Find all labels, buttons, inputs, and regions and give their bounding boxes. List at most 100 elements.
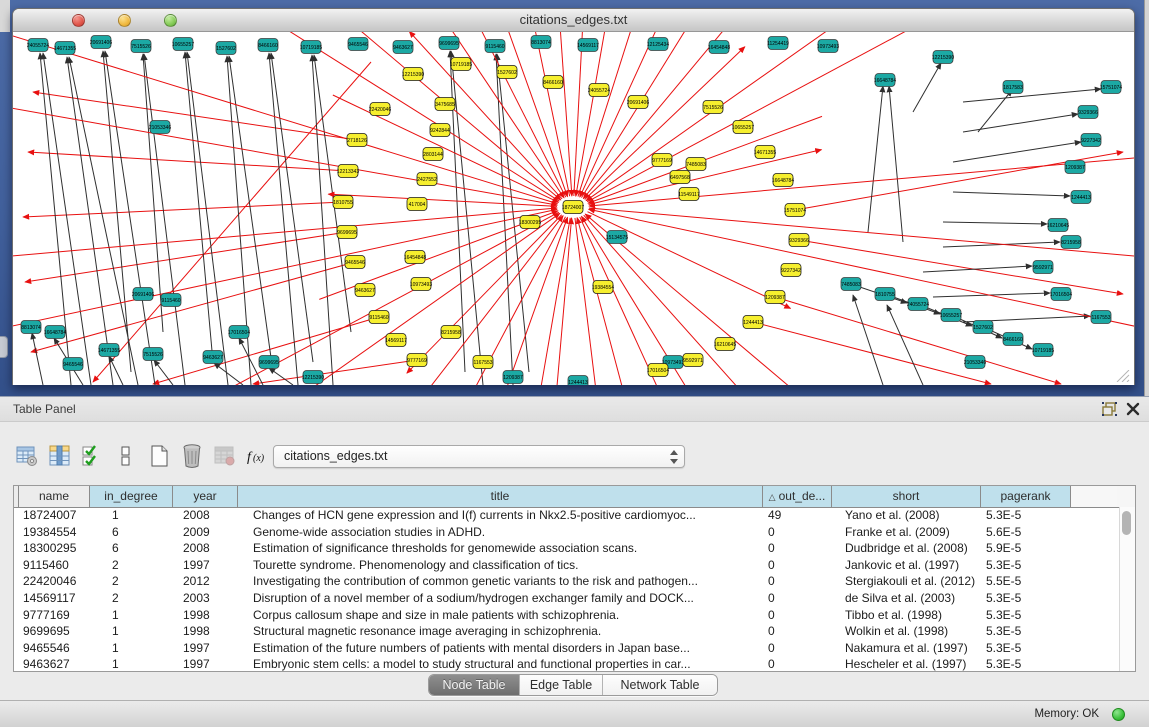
network-node[interactable]: 9329366 bbox=[789, 234, 809, 247]
network-node[interactable]: 7485083 bbox=[841, 278, 861, 291]
network-node[interactable]: 17016504 bbox=[1050, 288, 1072, 301]
network-node[interactable]: 20691406 bbox=[90, 36, 112, 49]
network-node[interactable]: 1810755 bbox=[875, 288, 895, 301]
column-header-year[interactable]: year bbox=[173, 486, 238, 507]
column-header-pagerank[interactable]: pagerank bbox=[981, 486, 1071, 507]
close-panel-icon[interactable] bbox=[1126, 402, 1140, 416]
network-window-titlebar[interactable]: citations_edges.txt bbox=[13, 9, 1134, 32]
network-node[interactable]: 1167553 bbox=[473, 356, 493, 369]
network-node[interactable]: 1817583 bbox=[1003, 81, 1023, 94]
network-node[interactable]: 21053346 bbox=[149, 121, 171, 134]
network-node[interactable]: 16648784 bbox=[874, 74, 896, 87]
network-node[interactable]: 10719185 bbox=[450, 58, 472, 71]
network-node[interactable]: 24055724 bbox=[588, 84, 610, 97]
network-node[interactable]: 9227342 bbox=[1081, 134, 1101, 147]
column-header-title[interactable]: title bbox=[238, 486, 763, 507]
network-node[interactable]: 9115460 bbox=[485, 40, 505, 53]
network-node[interactable]: 18300295 bbox=[519, 216, 541, 229]
network-hub-node[interactable]: 18724007 bbox=[562, 201, 584, 214]
network-node[interactable]: 15134575 bbox=[606, 231, 628, 244]
table-row[interactable]: 946554611997Estimation of the future num… bbox=[14, 640, 1120, 657]
network-node[interactable]: 9463627 bbox=[355, 284, 375, 297]
network-node[interactable]: 12215390 bbox=[402, 68, 424, 81]
network-node[interactable]: 12213343 bbox=[337, 165, 359, 178]
network-node[interactable]: 10655257 bbox=[732, 121, 754, 134]
network-node[interactable]: 8215958 bbox=[441, 326, 461, 339]
table-row[interactable]: 911546021997Tourette syndrome. Phenomeno… bbox=[14, 557, 1120, 574]
network-node[interactable]: 7515526 bbox=[143, 348, 163, 361]
float-panel-icon[interactable] bbox=[1102, 402, 1117, 416]
network-node[interactable]: 8466160 bbox=[543, 76, 563, 89]
network-node[interactable]: 16648784 bbox=[772, 174, 794, 187]
network-node[interactable]: 15751074 bbox=[784, 204, 806, 217]
network-node[interactable]: 16454848 bbox=[404, 251, 426, 264]
network-node[interactable]: 10655257 bbox=[172, 38, 194, 51]
network-node[interactable]: 20691406 bbox=[132, 288, 154, 301]
close-window-button[interactable] bbox=[72, 14, 85, 27]
minimize-window-button[interactable] bbox=[118, 14, 131, 27]
network-node[interactable]: 1167553 bbox=[1091, 311, 1111, 324]
network-node[interactable]: 12215390 bbox=[302, 371, 324, 384]
network-node[interactable]: 9463627 bbox=[203, 351, 223, 364]
network-node[interactable]: 16210645 bbox=[714, 338, 736, 351]
panel-collapse-handle[interactable] bbox=[0, 336, 8, 358]
network-node[interactable]: 2803144 bbox=[423, 148, 443, 161]
network-node[interactable]: 14671355 bbox=[754, 146, 776, 159]
tab-edge-table[interactable]: Edge Table bbox=[519, 675, 602, 695]
network-node[interactable]: 10719185 bbox=[300, 41, 322, 54]
network-node[interactable]: 8466160 bbox=[258, 39, 278, 52]
network-node[interactable]: 417004 bbox=[407, 198, 427, 211]
network-node[interactable]: 22420046 bbox=[369, 103, 391, 116]
network-node[interactable]: 9463627 bbox=[393, 41, 413, 54]
network-node[interactable]: 10719185 bbox=[1032, 344, 1054, 357]
table-row[interactable]: 1872400712008Changes of HCN gene express… bbox=[14, 507, 1120, 524]
network-window[interactable]: citations_edges.txt 24055724 14671355 2069… bbox=[12, 8, 1135, 385]
network-node[interactable]: 15751074 bbox=[1100, 81, 1122, 94]
network-node[interactable]: 9777169 bbox=[407, 354, 427, 367]
network-node[interactable]: 7515526 bbox=[131, 40, 151, 53]
network-node[interactable]: 11254419 bbox=[767, 37, 789, 50]
table-selector[interactable]: citations_edges.txt bbox=[273, 445, 685, 468]
table-scrollbar-thumb[interactable] bbox=[1122, 511, 1131, 535]
network-node[interactable]: 1527602 bbox=[973, 321, 993, 334]
network-node[interactable]: 8466160 bbox=[1003, 333, 1023, 346]
network-node[interactable]: 24055724 bbox=[907, 298, 929, 311]
table-row[interactable]: 1456911722003Disruption of a novel membe… bbox=[14, 590, 1120, 607]
network-node[interactable]: 24055724 bbox=[27, 39, 49, 52]
network-node[interactable]: 9115460 bbox=[161, 294, 181, 307]
select-all-icon[interactable] bbox=[80, 441, 106, 471]
network-node[interactable]: 2427552 bbox=[417, 173, 437, 186]
network-node[interactable]: 21053346 bbox=[964, 356, 986, 369]
network-node[interactable]: 1209387 bbox=[765, 291, 785, 304]
table-row[interactable]: 1938455462009Genome-wide association stu… bbox=[14, 524, 1120, 541]
network-node[interactable]: 19384554 bbox=[592, 281, 614, 294]
network-node[interactable]: 7485083 bbox=[686, 158, 706, 171]
function-builder-icon[interactable]: f(x) bbox=[245, 441, 271, 471]
table-row[interactable]: 2242004622012Investigating the contribut… bbox=[14, 573, 1120, 590]
network-node[interactable]: 9465546 bbox=[345, 256, 365, 269]
network-node[interactable]: 9242844 bbox=[430, 124, 450, 137]
network-node[interactable]: 1209387 bbox=[503, 371, 523, 384]
network-node[interactable]: 11549117 bbox=[678, 188, 700, 201]
delete-column-icon[interactable] bbox=[179, 441, 205, 471]
network-node[interactable]: 8813074 bbox=[21, 321, 41, 334]
network-node[interactable]: 14671355 bbox=[54, 42, 76, 55]
network-node[interactable]: 6497568 bbox=[670, 171, 690, 184]
table-row[interactable]: 1830029562008Estimation of significance … bbox=[14, 540, 1120, 557]
resize-grip-icon[interactable] bbox=[1113, 370, 1131, 382]
rows-icon[interactable] bbox=[113, 441, 139, 471]
network-node[interactable]: 12215390 bbox=[932, 51, 954, 64]
column-header-short[interactable]: short bbox=[832, 486, 981, 507]
network-node[interactable]: 3475685 bbox=[435, 98, 455, 111]
network-node[interactable]: 1244413 bbox=[743, 316, 763, 329]
table-scrollbar[interactable] bbox=[1119, 507, 1135, 671]
column-header-out-de-[interactable]: △out_de... bbox=[763, 486, 832, 507]
zoom-window-button[interactable] bbox=[164, 14, 177, 27]
network-node[interactable]: 16454848 bbox=[708, 41, 730, 54]
network-node[interactable]: 1244413 bbox=[1071, 191, 1091, 204]
network-node[interactable]: 9699695 bbox=[259, 356, 279, 369]
column-visibility-icon[interactable] bbox=[47, 441, 73, 471]
tab-network-table[interactable]: Network Table bbox=[602, 675, 717, 695]
network-node[interactable]: 1244413 bbox=[568, 376, 588, 386]
network-node[interactable]: 14671355 bbox=[98, 344, 120, 357]
